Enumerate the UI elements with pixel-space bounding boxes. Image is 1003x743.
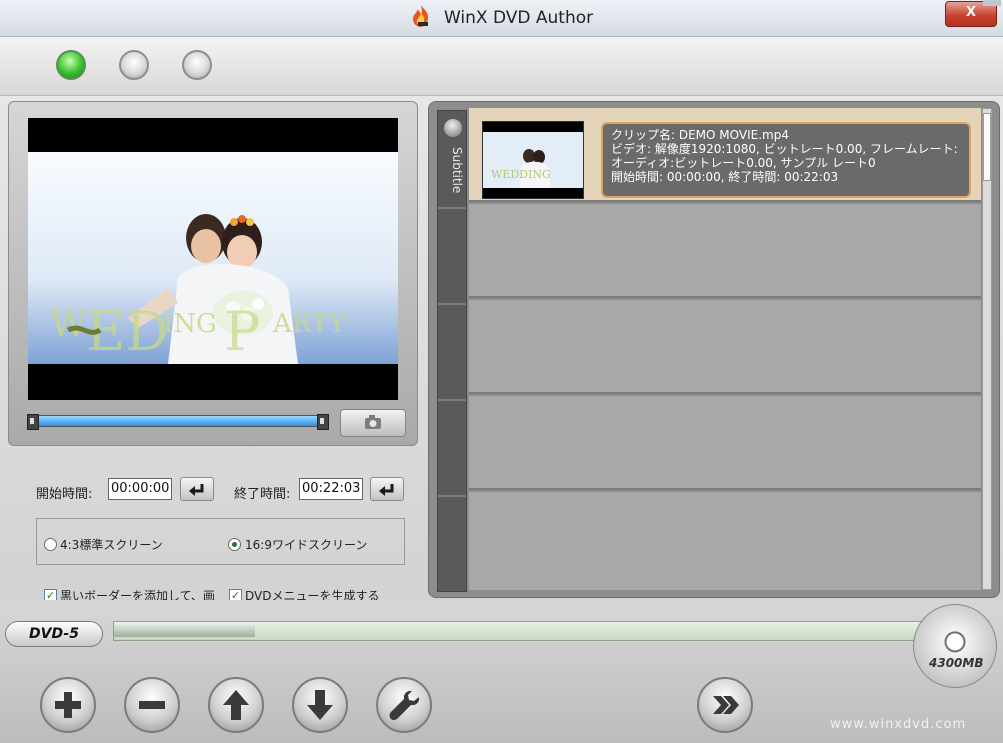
svg-text:ARTY: ARTY	[272, 309, 346, 339]
svg-text:WEDDING: WEDDING	[491, 168, 551, 181]
step-3-indicator[interactable]	[182, 50, 212, 80]
side-divider	[438, 207, 466, 209]
window-title: WinX DVD Author	[444, 8, 594, 28]
double-chevron-right-icon	[713, 696, 739, 714]
move-up-button[interactable]	[208, 677, 264, 733]
start-time-label: 開始時間:	[36, 487, 93, 502]
aspect-169-radio[interactable]	[228, 538, 241, 551]
end-time-field[interactable]: 00:22:03	[299, 478, 363, 500]
arrow-up-icon	[223, 690, 249, 720]
minus-icon	[139, 701, 165, 709]
end-time-label: 終了時間:	[234, 487, 291, 502]
step-indicator-bar	[0, 37, 1003, 96]
disc-type-selector[interactable]: DVD-5	[5, 621, 103, 647]
move-down-button[interactable]	[292, 677, 348, 733]
arrow-down-icon	[307, 690, 333, 720]
side-divider	[438, 303, 466, 305]
clip-row-empty[interactable]	[469, 492, 981, 590]
plus-icon	[55, 692, 81, 718]
side-divider	[438, 399, 466, 401]
disc-capacity-bar	[113, 621, 943, 641]
aspect-169-label[interactable]: 16:9ワイドスクリーン	[245, 536, 367, 553]
subtitle-label: Subtitle	[450, 147, 464, 194]
clip-row-empty[interactable]	[469, 300, 981, 394]
apply-start-time-button[interactable]	[180, 477, 214, 501]
clip-list-scrollbar[interactable]	[982, 108, 992, 590]
capacity-used-fill	[114, 625, 255, 637]
enter-arrow-icon	[379, 484, 394, 496]
clip-info: クリップ名: DEMO MOVIE.mp4 ビデオ: 解像度1920:1080,…	[601, 122, 971, 198]
svg-text:W: W	[50, 304, 87, 345]
start-time-field[interactable]: 00:00:00	[108, 478, 172, 500]
subtitle-toggle[interactable]	[444, 119, 462, 137]
enter-arrow-icon	[189, 484, 204, 496]
svg-text:ING: ING	[163, 309, 217, 339]
camera-icon	[365, 415, 381, 429]
clip-row-empty[interactable]	[469, 396, 981, 490]
aspect-43-radio[interactable]	[44, 538, 57, 551]
video-preview: W ED ING P ARTY	[28, 118, 398, 400]
aspect-43-label[interactable]: 4:3標準スクリーン	[60, 536, 163, 553]
window-corner-decoration	[983, 0, 1001, 6]
disc-capacity-label: 4300MB	[929, 656, 984, 670]
wrench-icon	[389, 690, 420, 721]
step-2-indicator[interactable]	[119, 50, 149, 80]
playback-slider[interactable]	[27, 414, 329, 430]
snapshot-button[interactable]	[340, 409, 406, 437]
remove-clip-button[interactable]	[124, 677, 180, 733]
brand-watermark: www.winxdvd.com	[830, 717, 967, 732]
apply-end-time-button[interactable]	[370, 477, 404, 501]
next-button[interactable]	[697, 677, 753, 733]
clip-row[interactable]: WEDDING クリップ名: DEMO MOVIE.mp4 ビデオ: 解像度19…	[469, 108, 981, 202]
settings-button[interactable]	[376, 677, 432, 733]
clip-audio-line: オーディオ:ビットレート0.00, サンプル レート0	[611, 156, 876, 170]
title-bar: WinX DVD Author X	[0, 0, 1003, 37]
side-divider	[438, 495, 466, 497]
clip-row-empty[interactable]	[469, 204, 981, 298]
disc-icon	[913, 604, 997, 688]
step-1-indicator[interactable]	[56, 50, 86, 80]
subtitle-column: Subtitle	[437, 110, 467, 592]
clip-list-panel: Subtitle WEDDING クリップ名: DEMO MOVIE.mp4 ビ…	[428, 101, 1000, 598]
preview-panel: W ED ING P ARTY	[8, 101, 418, 446]
flame-app-icon	[410, 4, 432, 32]
scrollbar-thumb[interactable]	[983, 113, 991, 181]
svg-text:P: P	[224, 300, 260, 363]
clip-thumbnail: WEDDING	[482, 121, 584, 199]
video-frame-image: W ED ING P ARTY	[28, 118, 398, 400]
clip-time-line: 開始時間: 00:00:00, 終了時間: 00:22:03	[611, 170, 839, 184]
clip-video-line: ビデオ: 解像度1920:1080, ビットレート0.00, フレームレート:	[611, 142, 958, 156]
add-clip-button[interactable]	[40, 677, 96, 733]
clip-name-line: クリップ名: DEMO MOVIE.mp4	[611, 128, 789, 142]
slider-end-handle[interactable]	[317, 414, 329, 430]
close-icon: X	[965, 5, 977, 20]
slider-start-handle[interactable]	[27, 414, 39, 430]
